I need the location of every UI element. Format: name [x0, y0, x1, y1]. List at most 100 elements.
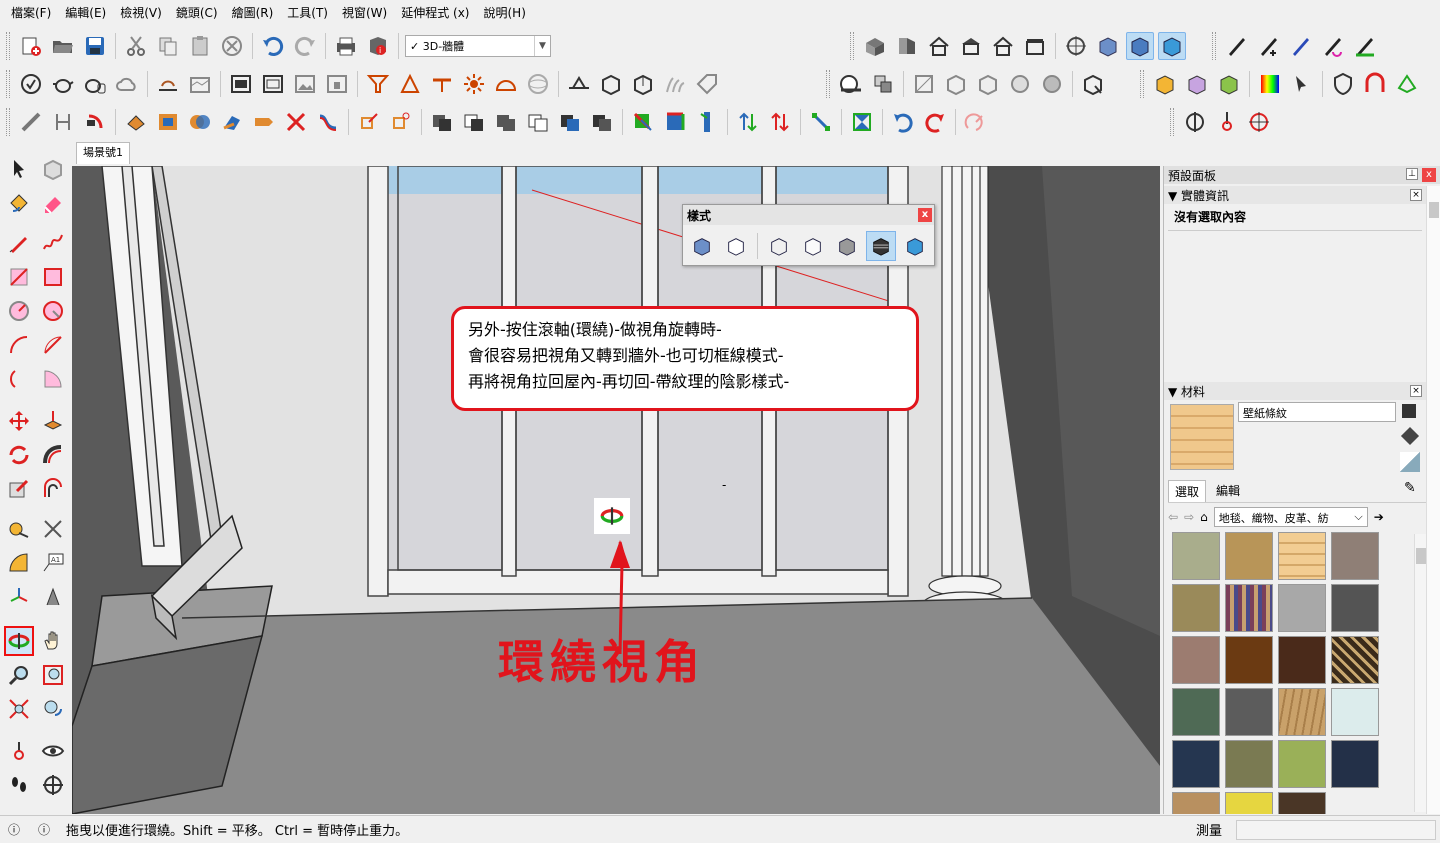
swatch[interactable]: [1331, 740, 1379, 788]
rectangle-icon[interactable]: [4, 262, 34, 292]
wireframe-icon[interactable]: [764, 231, 794, 261]
push-pull-icon[interactable]: [38, 406, 68, 436]
axes-align-icon[interactable]: [661, 108, 689, 136]
diagonal-scale-icon[interactable]: [807, 108, 835, 136]
circle-icon[interactable]: [4, 296, 34, 326]
menu-help[interactable]: 說明(H): [476, 0, 532, 26]
forward-icon[interactable]: ⇨: [1184, 510, 1194, 524]
cross-icon[interactable]: [282, 108, 310, 136]
swatch[interactable]: [1331, 532, 1379, 580]
axes-tool-icon[interactable]: [4, 582, 34, 612]
triangle-icon[interactable]: [396, 70, 424, 98]
offset-tool-icon[interactable]: [38, 474, 68, 504]
front-view-icon[interactable]: [925, 32, 953, 60]
paint-bucket-icon[interactable]: [4, 188, 34, 218]
dimension-icon[interactable]: [49, 108, 77, 136]
menu-view[interactable]: 檢視(V): [113, 0, 169, 26]
rotate-blue-icon[interactable]: [889, 108, 917, 136]
shaded-icon[interactable]: [1006, 70, 1034, 98]
protractor-tool-icon[interactable]: [4, 548, 34, 578]
three-point-arc-icon[interactable]: [4, 364, 34, 394]
swatch[interactable]: [1172, 636, 1220, 684]
swatch[interactable]: [1225, 792, 1273, 814]
tag-icon[interactable]: [693, 70, 721, 98]
iso-view-icon[interactable]: [861, 32, 889, 60]
axes-rotate-icon[interactable]: [629, 108, 657, 136]
scale-icon[interactable]: [565, 70, 593, 98]
rotate-red-icon[interactable]: [921, 108, 949, 136]
select-arrow-icon[interactable]: [4, 154, 34, 184]
swatch[interactable]: [1331, 584, 1379, 632]
swatch[interactable]: [1278, 532, 1326, 580]
pen-icon[interactable]: [1223, 32, 1251, 60]
credits-icon[interactable]: ⓘ: [38, 821, 50, 838]
position-camera-tool-icon[interactable]: [4, 736, 34, 766]
default-material-icon[interactable]: [1400, 452, 1420, 472]
extension-icon[interactable]: [1393, 70, 1421, 98]
box-arrow-icon[interactable]: [629, 70, 657, 98]
pencil-icon[interactable]: [4, 228, 34, 258]
monochrome-style-icon[interactable]: [900, 231, 930, 261]
dome-icon[interactable]: [492, 70, 520, 98]
hidden-line-style-icon[interactable]: [798, 231, 828, 261]
section-plane-tool-icon[interactable]: [38, 770, 68, 800]
print-icon[interactable]: [332, 32, 360, 60]
model-viewport[interactable]: -: [72, 166, 1160, 814]
section-fill-icon[interactable]: [869, 70, 897, 98]
curve-icon[interactable]: [314, 108, 342, 136]
material-box-icon[interactable]: [1183, 70, 1211, 98]
redo-icon[interactable]: [291, 32, 319, 60]
shaded-style-panel-icon[interactable]: [832, 231, 862, 261]
shaded-style-icon[interactable]: [1126, 32, 1154, 60]
table-icon[interactable]: [428, 70, 456, 98]
zoom-window-icon[interactable]: [38, 660, 68, 690]
shaded-with-textures-icon[interactable]: [866, 231, 896, 261]
swatch[interactable]: [1278, 792, 1326, 814]
sphere-icon[interactable]: [524, 70, 552, 98]
pushpull-icon[interactable]: [122, 108, 150, 136]
paste-icon[interactable]: [186, 32, 214, 60]
entity-info-close-icon[interactable]: ×: [1410, 189, 1422, 201]
cloud-icon[interactable]: [113, 70, 141, 98]
materials-header[interactable]: ▼ 材料 ×: [1164, 382, 1426, 400]
text-tool-icon[interactable]: A1: [38, 548, 68, 578]
box-add-icon[interactable]: [597, 70, 625, 98]
solid-trim-icon[interactable]: [556, 108, 584, 136]
materials-tab-edit[interactable]: 編輯: [1216, 480, 1240, 502]
orbit-icon[interactable]: [4, 626, 34, 656]
hourglass-icon[interactable]: [848, 108, 876, 136]
pie-icon[interactable]: [38, 364, 68, 394]
position-camera-icon[interactable]: [1181, 108, 1209, 136]
undo-icon[interactable]: [259, 32, 287, 60]
solid-union-icon[interactable]: [460, 108, 488, 136]
copy-icon[interactable]: [154, 32, 182, 60]
layout-icon[interactable]: [227, 70, 255, 98]
details-arrow-icon[interactable]: ➔: [1374, 510, 1384, 524]
zoom-extents-icon[interactable]: [4, 694, 34, 724]
materials-tab-select[interactable]: 選取: [1168, 480, 1207, 502]
swatch[interactable]: [1172, 688, 1220, 736]
dimension-tool-icon[interactable]: [38, 514, 68, 544]
swatch[interactable]: [1225, 584, 1273, 632]
polygon-icon[interactable]: [38, 296, 68, 326]
model-info-icon[interactable]: i: [364, 32, 392, 60]
monochrome-icon[interactable]: [1038, 70, 1066, 98]
pen-magenta-icon[interactable]: [1319, 32, 1347, 60]
scale-tool-icon[interactable]: [4, 474, 34, 504]
back-icon[interactable]: ⇦: [1168, 510, 1178, 524]
make-component-icon[interactable]: [38, 154, 68, 184]
protract-camera-icon[interactable]: [1245, 108, 1273, 136]
menu-camera[interactable]: 鏡頭(C): [169, 0, 225, 26]
look-around-eye-icon[interactable]: [38, 736, 68, 766]
create-material-icon[interactable]: [1402, 404, 1416, 418]
hidden-line-icon[interactable]: [974, 70, 1002, 98]
back-edges-icon[interactable]: [942, 70, 970, 98]
move-icon[interactable]: [4, 406, 34, 436]
cursor-spark-icon[interactable]: [1288, 70, 1316, 98]
swatch[interactable]: [1225, 532, 1273, 580]
close-icon[interactable]: x: [918, 208, 932, 222]
measurements-box[interactable]: [1236, 820, 1436, 840]
solid-subtract-icon[interactable]: [524, 108, 552, 136]
swatch[interactable]: [1172, 740, 1220, 788]
swatch[interactable]: [1225, 740, 1273, 788]
